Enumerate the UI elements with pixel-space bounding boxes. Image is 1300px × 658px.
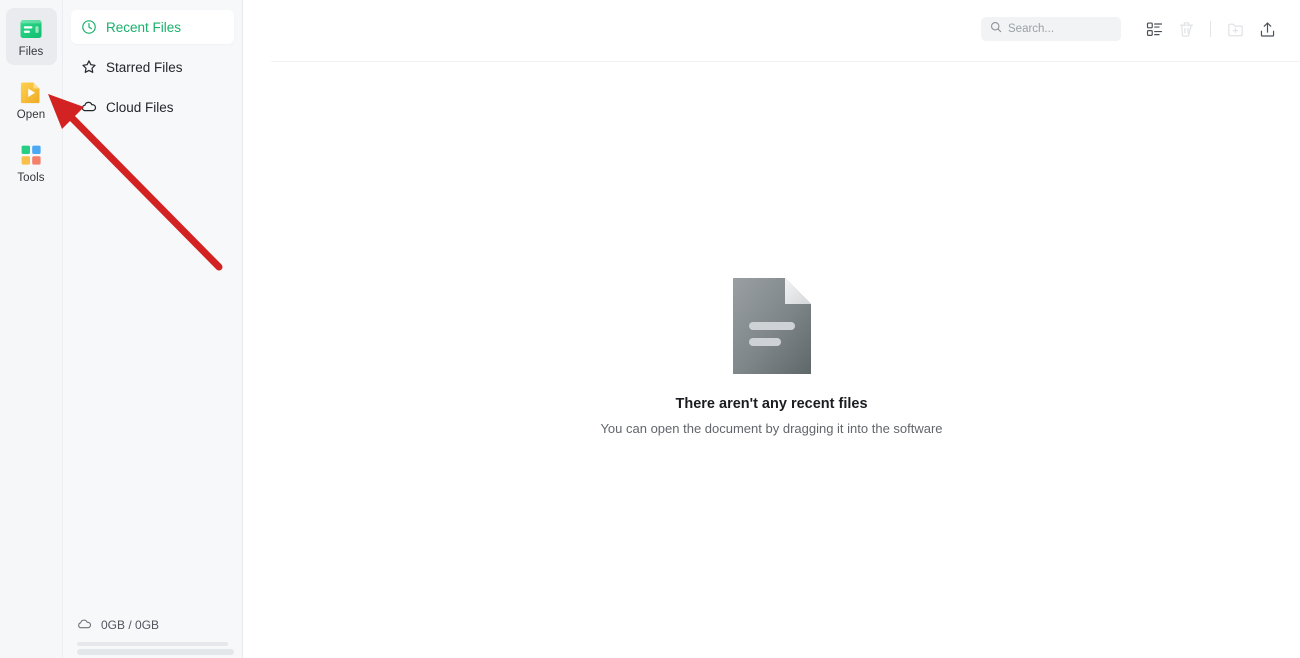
rail-item-label: Tools <box>17 172 45 184</box>
search-placeholder: Search... <box>1008 23 1055 35</box>
nav-panel: Recent Files Starred Files Cloud Files 0… <box>63 0 243 658</box>
files-icon <box>18 16 44 42</box>
cloud-icon <box>77 617 93 633</box>
storage-progress-bar <box>77 642 228 646</box>
search-input[interactable]: Search... <box>981 17 1121 41</box>
nav-list: Recent Files Starred Files Cloud Files <box>63 0 242 124</box>
rail-item-open[interactable]: Open <box>6 71 57 128</box>
app-window: Files Open Tools Recent Files Starred Fi… <box>0 0 1300 658</box>
document-icon <box>732 278 811 374</box>
nav-item-label: Cloud Files <box>106 99 174 115</box>
nav-item-recent-files[interactable]: Recent Files <box>71 10 234 44</box>
rail-item-tools[interactable]: Tools <box>6 134 57 191</box>
upload-button[interactable] <box>1252 14 1282 44</box>
storage-row: 0GB / 0GB <box>77 617 228 633</box>
tools-grid-icon <box>18 142 44 168</box>
icon-rail: Files Open Tools <box>0 0 63 658</box>
view-list-button[interactable] <box>1139 14 1169 44</box>
nav-item-starred-files[interactable]: Starred Files <box>71 50 234 84</box>
empty-state-subtitle: You can open the document by dragging it… <box>600 421 943 436</box>
clock-icon <box>81 19 97 35</box>
toolbar: Search... <box>243 0 1300 58</box>
rail-item-files[interactable]: Files <box>5 8 57 65</box>
delete-button[interactable] <box>1171 14 1201 44</box>
main-content: Search... There aren't any recent files … <box>243 0 1300 658</box>
star-icon <box>81 59 97 75</box>
storage-text: 0GB / 0GB <box>101 618 160 632</box>
nav-item-cloud-files[interactable]: Cloud Files <box>71 90 234 124</box>
header-divider <box>271 61 1300 62</box>
toolbar-divider <box>1210 21 1211 37</box>
cloud-icon <box>81 99 97 115</box>
rail-item-label: Files <box>18 46 44 58</box>
empty-state-title: There aren't any recent files <box>675 396 868 412</box>
horizontal-scrollbar[interactable] <box>77 649 234 655</box>
search-icon <box>990 20 1002 38</box>
nav-item-label: Starred Files <box>106 59 183 75</box>
storage-indicator: 0GB / 0GB <box>63 617 242 646</box>
open-file-icon <box>18 79 44 105</box>
nav-item-label: Recent Files <box>106 19 182 35</box>
rail-item-label: Open <box>16 109 46 121</box>
empty-state: There aren't any recent files You can op… <box>243 278 1300 436</box>
new-folder-button[interactable] <box>1220 14 1250 44</box>
